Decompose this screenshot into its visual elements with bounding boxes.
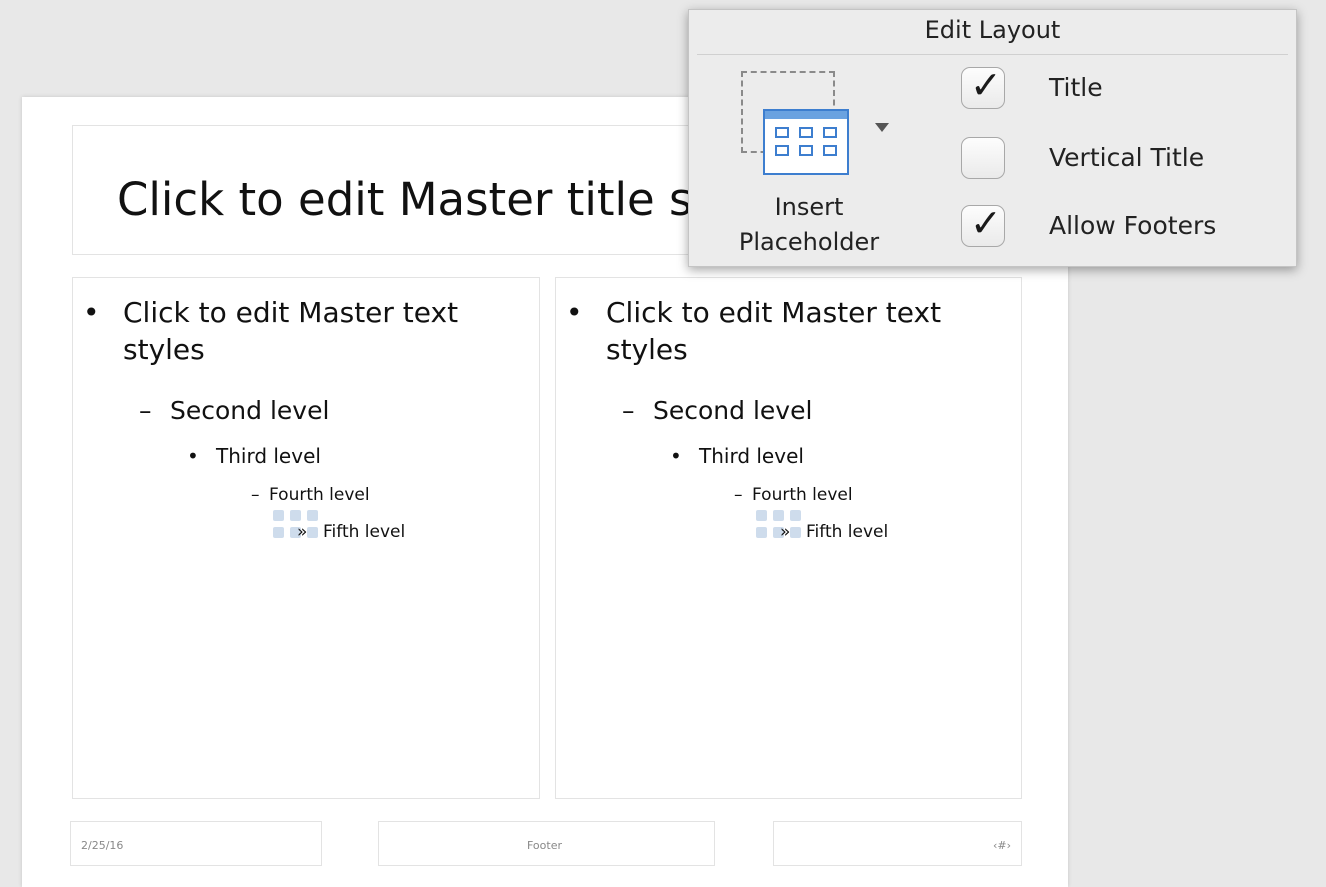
title-option[interactable]: ✓ Title bbox=[961, 63, 1291, 113]
vertical-title-checkbox-label[interactable]: Vertical Title bbox=[1049, 143, 1204, 172]
checkmark-icon: ✓ bbox=[970, 201, 1002, 245]
bullet-level4: – bbox=[251, 485, 260, 505]
bullet-level3: • bbox=[670, 444, 682, 468]
allow-footers-option[interactable]: ✓ Allow Footers bbox=[961, 201, 1291, 251]
text-level5[interactable]: Fifth level bbox=[806, 522, 888, 542]
text-level5[interactable]: Fifth level bbox=[323, 522, 405, 542]
content-placeholder-left[interactable]: • Click to edit Master text styles – Sec… bbox=[72, 277, 540, 799]
text-level4[interactable]: Fourth level bbox=[752, 485, 853, 505]
bullet-level1: • bbox=[566, 296, 583, 329]
insert-placeholder-icon bbox=[763, 109, 849, 175]
slide-number-text: ‹#› bbox=[992, 839, 1011, 852]
text-level1-continued[interactable]: styles bbox=[123, 331, 205, 368]
footer-text: Footer bbox=[527, 839, 562, 852]
insert-placeholder-button[interactable]: Insert Placeholder bbox=[719, 65, 929, 265]
footer-placeholder[interactable]: Footer bbox=[378, 821, 715, 866]
checkmark-icon: ✓ bbox=[970, 63, 1002, 107]
insert-placeholder-label: Insert Placeholder bbox=[704, 190, 914, 260]
allow-footers-checkbox-label[interactable]: Allow Footers bbox=[1049, 211, 1216, 240]
text-level3[interactable]: Third level bbox=[216, 444, 321, 468]
title-checkbox[interactable]: ✓ bbox=[961, 63, 1005, 109]
group-divider bbox=[697, 54, 1288, 55]
bullet-level1: • bbox=[83, 296, 100, 329]
text-level1[interactable]: Click to edit Master text bbox=[123, 294, 458, 331]
vertical-title-option[interactable]: Vertical Title bbox=[961, 137, 1291, 183]
insert-label-line2: Placeholder bbox=[738, 228, 880, 256]
bullet-level5: » bbox=[297, 522, 308, 542]
bullet-level4: – bbox=[734, 485, 743, 505]
dropdown-arrow-icon[interactable] bbox=[875, 123, 889, 132]
insert-label-line1: Insert bbox=[774, 193, 844, 221]
bullet-level2: – bbox=[622, 396, 635, 425]
date-text: 2/25/16 bbox=[81, 839, 124, 852]
text-level4[interactable]: Fourth level bbox=[269, 485, 370, 505]
date-placeholder[interactable]: 2/25/16 bbox=[70, 821, 322, 866]
vertical-title-checkbox[interactable] bbox=[961, 137, 1005, 179]
bullet-level3: • bbox=[187, 444, 199, 468]
text-level2[interactable]: Second level bbox=[653, 396, 812, 425]
text-level1[interactable]: Click to edit Master text bbox=[606, 294, 941, 331]
group-title: Edit Layout bbox=[924, 16, 1061, 44]
text-level2[interactable]: Second level bbox=[170, 396, 329, 425]
content-placeholder-right[interactable]: • Click to edit Master text styles – Sec… bbox=[555, 277, 1022, 799]
allow-footers-checkbox[interactable]: ✓ bbox=[961, 201, 1005, 247]
bullet-level5: » bbox=[780, 522, 791, 542]
text-level3[interactable]: Third level bbox=[699, 444, 804, 468]
edit-layout-group: Edit Layout Insert Placeholder ✓ Title V… bbox=[688, 9, 1297, 267]
text-level1-continued[interactable]: styles bbox=[606, 331, 688, 368]
title-checkbox-label[interactable]: Title bbox=[1049, 73, 1103, 102]
title-placeholder-text[interactable]: Click to edit Master title style bbox=[117, 173, 777, 226]
slide-number-placeholder[interactable]: ‹#› bbox=[773, 821, 1022, 866]
bullet-level2: – bbox=[139, 396, 152, 425]
